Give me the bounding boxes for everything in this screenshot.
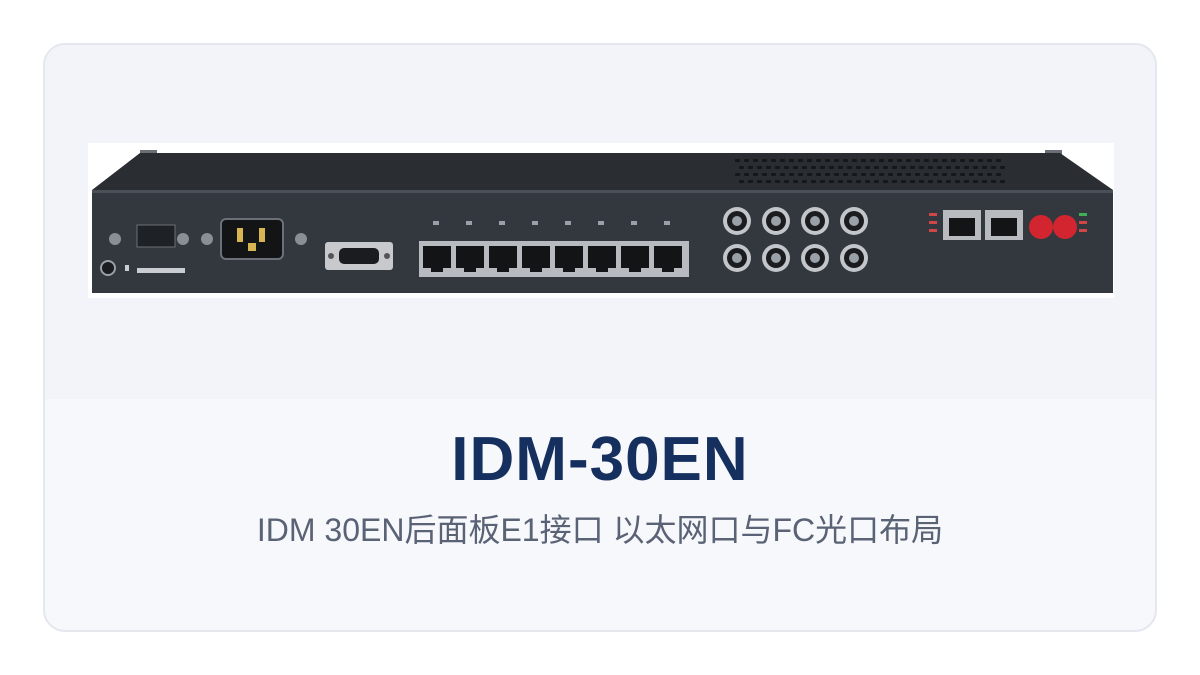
product-photo: [88, 143, 1114, 298]
bnc-connector: [840, 244, 868, 272]
ethernet-port: [522, 246, 550, 268]
ethernet-port: [489, 246, 517, 268]
bnc-connector: [801, 207, 829, 235]
bnc-connector: [723, 207, 751, 235]
bnc-connector: [840, 207, 868, 235]
product-caption: IDM 30EN后面板E1接口 以太网口与FC光口布局: [256, 512, 944, 548]
product-card: IDM-30EN IDM 30EN后面板E1接口 以太网口与FC光口布局: [43, 43, 1157, 632]
console-port: [325, 242, 393, 270]
ac-power-inlet: [220, 218, 284, 260]
bnc-connector: [801, 244, 829, 272]
bnc-connector: [723, 244, 751, 272]
ethernet-port: [423, 246, 451, 268]
ethernet-port: [654, 246, 682, 268]
ethernet-port: [621, 246, 649, 268]
chassis-top: [92, 153, 1113, 190]
bnc-connector: [762, 244, 790, 272]
sfp-ports: [929, 210, 1023, 240]
product-title: IDM-30EN: [451, 425, 749, 494]
bnc-connector: [762, 207, 790, 235]
ethernet-port: [555, 246, 583, 268]
product-photo-area: [45, 45, 1155, 399]
ethernet-port: [456, 246, 484, 268]
ethernet-port: [588, 246, 616, 268]
